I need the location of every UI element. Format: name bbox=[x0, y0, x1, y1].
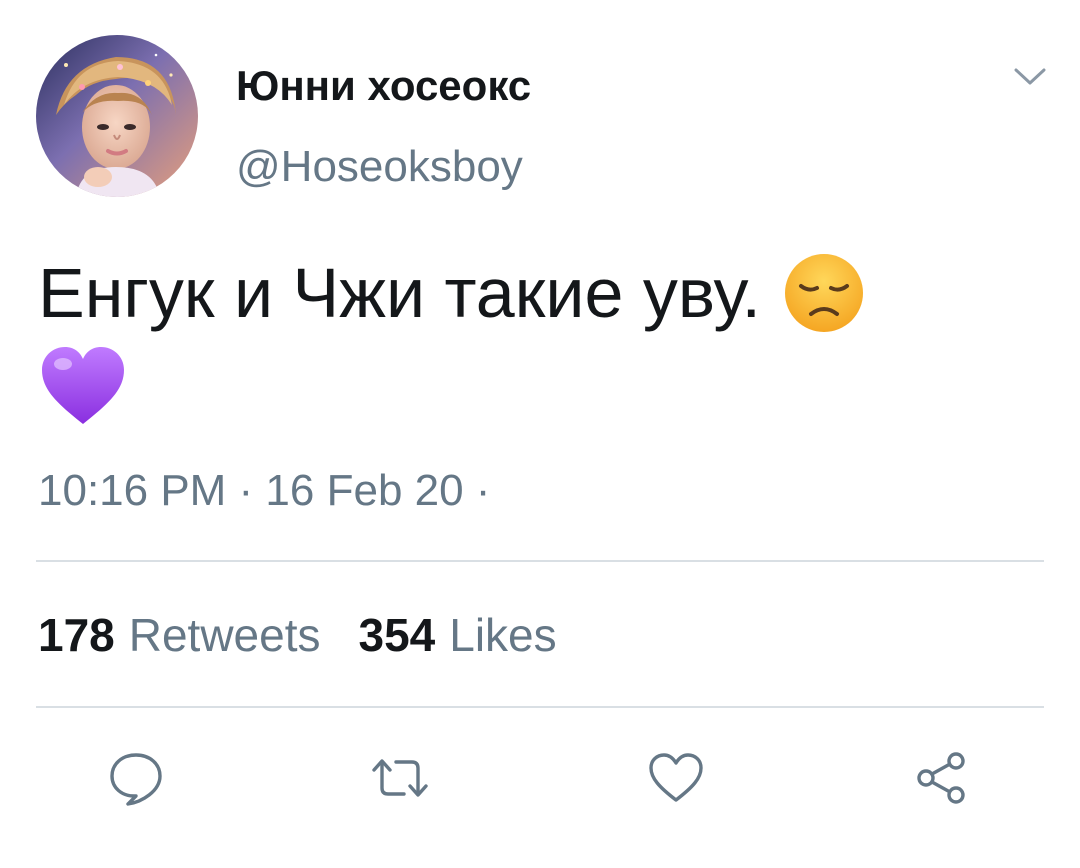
heart-icon bbox=[649, 753, 703, 802]
retweet-button[interactable] bbox=[368, 748, 432, 808]
share-icon bbox=[917, 752, 965, 804]
likes-stat[interactable]: 354 Likes bbox=[359, 608, 557, 662]
avatar[interactable] bbox=[36, 35, 198, 197]
likes-label: Likes bbox=[449, 609, 557, 661]
reply-icon bbox=[110, 753, 162, 806]
retweets-stat[interactable]: 178 Retweets bbox=[38, 608, 321, 662]
share-button[interactable] bbox=[910, 748, 974, 808]
username-handle[interactable]: @Hoseoksboy bbox=[236, 142, 523, 192]
likes-count: 354 bbox=[358, 609, 436, 661]
like-button[interactable] bbox=[644, 748, 708, 808]
tweet-stats: 178 Retweets 354 Likes bbox=[38, 608, 557, 662]
tweet-text: Енгук и Чжи такие уву. bbox=[38, 250, 1048, 428]
retweet-icon bbox=[372, 759, 428, 797]
tweet-timestamp[interactable]: 10:16 PM · 16 Feb 20 · bbox=[38, 466, 490, 516]
purple-heart-emoji bbox=[38, 344, 128, 428]
tweet-body: Енгук и Чжи такие уву. bbox=[38, 254, 761, 332]
divider bbox=[36, 706, 1044, 708]
divider bbox=[36, 560, 1044, 562]
disappointed-face-emoji bbox=[783, 252, 865, 334]
retweets-count: 178 bbox=[38, 609, 115, 661]
reply-button[interactable] bbox=[104, 748, 168, 808]
display-name[interactable]: Юнни хосеокс bbox=[236, 62, 531, 110]
retweets-label: Retweets bbox=[128, 609, 321, 661]
chevron-down-icon[interactable] bbox=[1012, 64, 1048, 90]
